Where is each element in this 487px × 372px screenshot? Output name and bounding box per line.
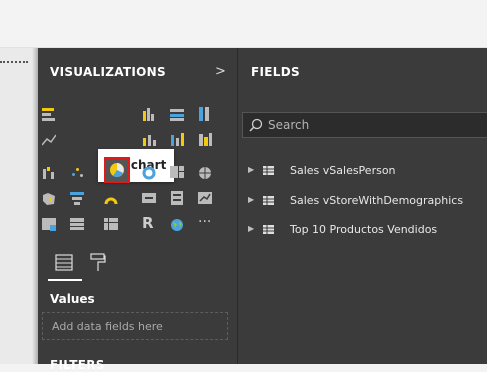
dropzone-placeholder: Add data fields here (52, 320, 163, 333)
search-icon (249, 118, 263, 132)
stacked-bar-icon[interactable] (42, 107, 56, 121)
card-icon[interactable] (142, 191, 156, 205)
search-input[interactable]: Search (268, 118, 309, 132)
multirow-card-icon[interactable] (170, 191, 184, 205)
fields-title: FIELDS (251, 65, 300, 79)
expand-arrow-icon[interactable]: ▶ (248, 224, 254, 233)
matrix-icon[interactable] (104, 217, 118, 231)
slicer-icon[interactable] (42, 217, 56, 231)
visualizations-pane: VISUALIZATIONS > Pie chart R ··· Values … (38, 48, 237, 372)
treemap-icon[interactable] (170, 165, 184, 179)
pie-chart-icon (110, 163, 124, 178)
fields-well-icon[interactable] (55, 254, 73, 271)
visualizations-title: VISUALIZATIONS (50, 65, 166, 79)
table-icon[interactable] (70, 217, 84, 231)
pie-chart-button[interactable] (104, 157, 130, 183)
field-table-item[interactable]: ▶ Sales vStoreWithDemographics (238, 191, 487, 211)
line-chart-icon[interactable] (41, 132, 57, 146)
more-icon[interactable]: ··· (198, 214, 218, 230)
filters-header[interactable]: FILTERS (50, 358, 105, 372)
field-table-name: Sales vStoreWithDemographics (290, 194, 464, 207)
donut-icon[interactable] (142, 165, 156, 180)
format-paint-roller-icon[interactable] (90, 253, 106, 272)
map-icon[interactable] (198, 165, 212, 179)
kpi-icon[interactable] (198, 191, 212, 205)
values-well-label: Values (50, 292, 95, 306)
table-icon (263, 196, 274, 205)
r-visual-icon[interactable]: R (142, 214, 158, 232)
gauge-icon[interactable] (104, 191, 118, 205)
table-icon (263, 225, 274, 234)
filled-map-icon[interactable] (42, 191, 56, 205)
values-dropzone[interactable]: Add data fields here (42, 312, 228, 340)
canvas-selection-border (0, 61, 28, 63)
expand-arrow-icon[interactable]: ▶ (248, 195, 254, 204)
table-icon (263, 166, 274, 175)
fields-pane: FIELDS Search ▶ Sales vSalesPerson ▶ Sal… (238, 48, 487, 364)
100-stacked-column-icon[interactable] (198, 107, 212, 121)
funnel-icon[interactable] (70, 191, 84, 205)
waterfall-icon[interactable] (42, 165, 56, 179)
ribbon-chart-icon[interactable] (198, 132, 212, 146)
field-table-name: Top 10 Productos Vendidos (290, 223, 438, 236)
100-stacked-bar-icon[interactable] (170, 107, 184, 121)
line-column-icon[interactable] (142, 132, 156, 146)
globe-icon[interactable] (170, 217, 184, 231)
field-table-item[interactable]: ▶ Sales vSalesPerson (238, 161, 487, 181)
line-clustered-column-icon[interactable] (170, 132, 184, 146)
collapse-visualizations-chevron-icon[interactable]: > (215, 64, 226, 79)
expand-arrow-icon[interactable]: ▶ (248, 165, 254, 174)
field-table-name: Sales vSalesPerson (290, 164, 396, 177)
scatter-icon[interactable] (70, 165, 84, 179)
visualizations-tabs (38, 248, 237, 283)
top-bar (0, 0, 487, 47)
clustered-column-icon[interactable] (142, 107, 156, 121)
fields-search-box[interactable]: Search (242, 112, 487, 138)
field-table-item[interactable]: ▶ Top 10 Productos Vendidos (238, 220, 487, 240)
active-tab-indicator (48, 279, 82, 281)
